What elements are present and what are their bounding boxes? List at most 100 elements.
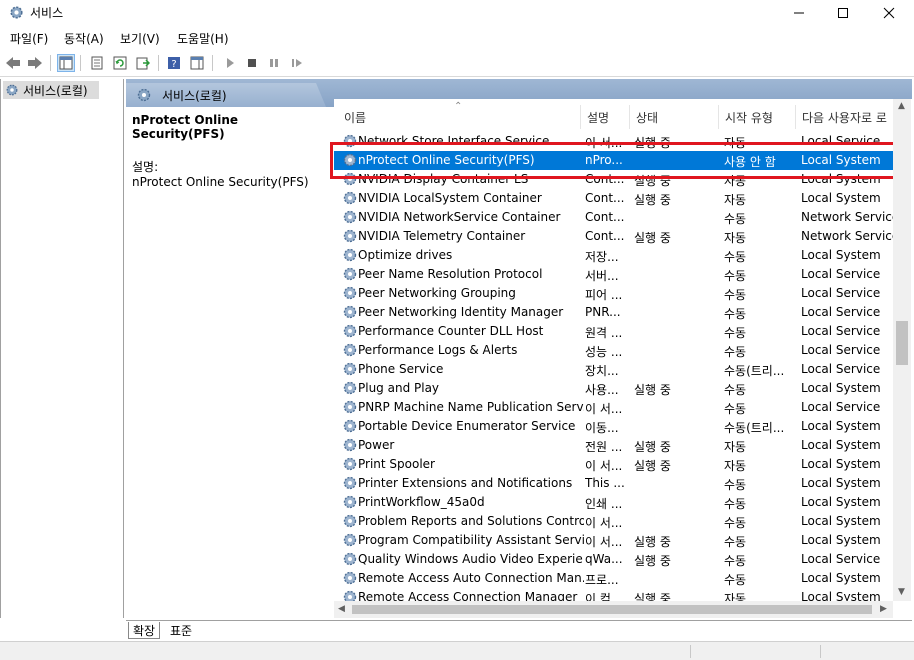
back-button[interactable] (4, 54, 22, 72)
service-logon: Local System (801, 571, 881, 585)
service-row-selected[interactable]: nProtect Online Security(PFS) nPro... 사용 안… (334, 151, 894, 170)
show-hide-button[interactable] (188, 54, 206, 72)
service-row[interactable]: Print Spooler 이 서... 실행 중 자동 Local System (334, 455, 894, 474)
export-list-icon (136, 57, 150, 70)
service-row[interactable]: NVIDIA Display Container LS Cont... 실행 중 자동… (334, 170, 894, 189)
service-gear-icon (343, 324, 357, 338)
toolbar-separator (80, 55, 81, 71)
vertical-scroll-thumb[interactable] (896, 321, 908, 365)
service-row[interactable]: NVIDIA NetworkService Container Cont... 수동… (334, 208, 897, 227)
column-header-name[interactable]: 이름 (344, 109, 366, 126)
service-logon: Local Service (801, 362, 881, 376)
services-gear-icon (6, 84, 18, 96)
service-row[interactable]: Peer Name Resolution Protocol 서버... 수동 Loca… (334, 265, 894, 284)
service-startup-type: 수동 (724, 573, 747, 587)
column-header-log-on-as[interactable]: 다음 사용자로 로 (802, 109, 887, 126)
selected-service-name: nProtect Online Security(PFS) (132, 113, 239, 141)
service-gear-icon (343, 134, 357, 148)
service-row[interactable]: Peer Networking Grouping 피어 ... 수동 Local Se… (334, 284, 894, 303)
service-name: Print Spooler (358, 457, 435, 471)
maximize-button[interactable] (820, 0, 866, 26)
service-row[interactable]: NVIDIA Telemetry Container Cont... 실행 중 자동 N… (334, 227, 897, 246)
service-startup-type: 수동 (724, 269, 747, 283)
service-startup-type: 수동(트리... (724, 421, 785, 435)
service-startup-type: 자동 (724, 459, 747, 473)
service-row[interactable]: Performance Logs & Alerts 성능 ... 수동 Local S… (334, 341, 894, 360)
service-description: 피어 ... (585, 288, 623, 302)
service-row[interactable]: Plug and Play 사용... 실행 중 수동 Local System (334, 379, 894, 398)
scroll-down-icon[interactable]: ▼ (898, 587, 905, 597)
tree-node-services-local[interactable]: 서비스(로컬) (3, 81, 99, 99)
service-row[interactable]: Portable Device Enumerator Service 이동... 수… (334, 417, 894, 436)
service-description: Cont... (585, 172, 625, 186)
tab-standard[interactable]: 표준 (166, 622, 196, 639)
service-gear-icon (343, 476, 357, 490)
service-row[interactable]: Peer Networking Identity Manager PNR... 수동… (334, 303, 894, 322)
scroll-up-icon[interactable]: ▲ (898, 101, 905, 111)
service-row[interactable]: NVIDIA LocalSystem Container Cont... 실행 중 자… (334, 189, 894, 208)
horizontal-scroll-thumb[interactable] (352, 605, 872, 614)
service-gear-icon (343, 210, 357, 224)
menu-help[interactable]: 도움말(H) (177, 30, 229, 47)
svg-text:?: ? (171, 59, 176, 70)
menu-action[interactable]: 동작(A) (64, 30, 104, 47)
service-gear-icon (343, 419, 357, 433)
service-startup-type: 수동 (724, 212, 747, 226)
tab-extended[interactable]: 확장 (128, 622, 161, 639)
view-tab-bar: 확장 표준 (126, 620, 912, 640)
service-logon: Local Service (801, 324, 881, 338)
pause-service-icon (270, 59, 278, 67)
column-separator[interactable] (629, 105, 630, 129)
minimize-button[interactable] (776, 0, 822, 26)
service-row[interactable]: Phone Service 장치... 수동(트리... Local Service (334, 360, 894, 379)
column-separator[interactable] (718, 105, 719, 129)
service-row[interactable]: PNRP Machine Name Publication Serv... 이 서… (334, 398, 894, 417)
service-row[interactable]: Problem Reports and Solutions Contro... 이… (334, 512, 894, 531)
service-row[interactable]: Network Store Interface Service 이 서... 실행 … (334, 132, 894, 151)
export-list-button[interactable] (134, 54, 152, 72)
service-row[interactable]: Remote Access Auto Connection Man... 프로..… (334, 569, 894, 588)
service-row[interactable]: Optimize drives 저장... 수동 Local System (334, 246, 894, 265)
description-value: nProtect Online Security(PFS) (132, 175, 309, 189)
service-gear-icon (343, 457, 357, 471)
menu-view[interactable]: 보기(V) (120, 30, 160, 47)
service-row[interactable]: Performance Counter DLL Host 원격 ... 수동 Loca… (334, 322, 894, 341)
forward-button[interactable] (26, 54, 44, 72)
service-row[interactable]: PrintWorkflow_45a0d 인쇄 ... 수동 Local System (334, 493, 894, 512)
column-header-description[interactable]: 설명 (587, 109, 609, 126)
column-separator[interactable] (580, 105, 581, 129)
restart-service-button[interactable] (288, 54, 306, 72)
close-button[interactable] (866, 0, 912, 26)
stop-service-button[interactable] (243, 54, 261, 72)
properties-button[interactable] (88, 54, 106, 72)
scroll-left-icon[interactable]: ◀ (338, 604, 345, 614)
service-status: 실행 중 (634, 554, 671, 568)
vertical-scrollbar[interactable]: ▲ ▼ (893, 99, 911, 601)
help-button[interactable]: ? (165, 54, 183, 72)
service-description: 서버... (585, 269, 619, 283)
service-description: Cont... (585, 210, 625, 224)
service-name: nProtect Online Security(PFS) (358, 153, 535, 167)
sort-ascending-icon: ⌃ (454, 101, 463, 112)
service-logon: Local Service (801, 134, 881, 148)
refresh-button[interactable] (111, 54, 129, 72)
column-separator[interactable] (795, 105, 796, 129)
menu-file[interactable]: 파일(F) (10, 30, 48, 47)
column-header-startup-type[interactable]: 시작 유형 (725, 109, 773, 126)
service-description: 이 서... (585, 459, 623, 473)
service-description: 원격 ... (585, 326, 623, 340)
console-tree-button[interactable] (57, 54, 75, 72)
service-startup-type: 수동 (724, 383, 747, 397)
horizontal-scrollbar[interactable]: ◀ ▶ (334, 601, 893, 618)
services-gear-icon (137, 88, 151, 102)
pause-service-button[interactable] (265, 54, 283, 72)
start-service-button[interactable] (221, 54, 239, 72)
scroll-right-icon[interactable]: ▶ (880, 604, 887, 614)
service-row[interactable]: Power 전원 ... 실행 중 자동 Local System (334, 436, 894, 455)
column-header-status[interactable]: 상태 (636, 109, 658, 126)
toolbar: ? (0, 50, 914, 77)
tree-node-label: 서비스(로컬) (23, 83, 88, 98)
service-row[interactable]: Program Compatibility Assistant Service 이… (334, 531, 894, 550)
service-row[interactable]: Quality Windows Audio Video Experie... qW… (334, 550, 894, 569)
service-row[interactable]: Printer Extensions and Notifications This… (334, 474, 894, 493)
